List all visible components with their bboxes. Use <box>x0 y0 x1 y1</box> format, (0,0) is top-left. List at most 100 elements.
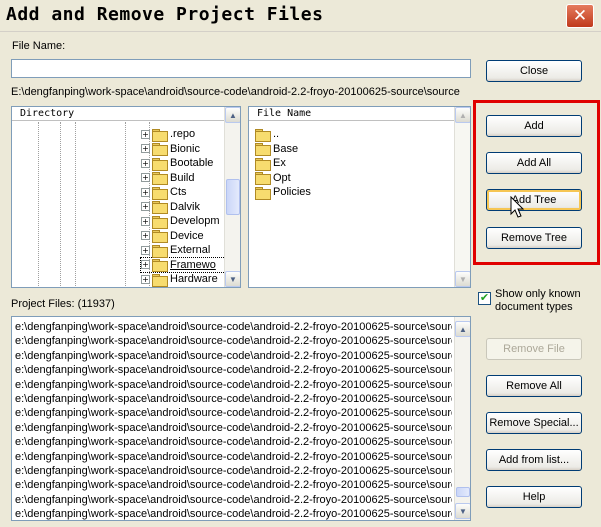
file-name-input[interactable] <box>11 59 471 78</box>
project-file-row[interactable]: e:\dengfanping\work-space\android\source… <box>12 392 452 406</box>
chevron-up-icon: ▲ <box>229 110 237 120</box>
show-known-checkbox[interactable]: ✔ <box>478 292 491 305</box>
expand-icon[interactable]: + <box>141 260 150 270</box>
directory-item-label: Developm <box>170 215 220 227</box>
project-file-row[interactable]: e:\dengfanping\work-space\android\source… <box>12 320 452 334</box>
project-file-row[interactable]: e:\dengfanping\work-space\android\source… <box>12 478 452 492</box>
directory-item[interactable]: + .repo <box>141 127 225 142</box>
file-item-label: Ex <box>273 157 286 169</box>
project-file-row[interactable]: e:\dengfanping\work-space\android\source… <box>12 378 452 392</box>
folder-icon <box>152 244 168 258</box>
add-all-button[interactable]: Add All <box>486 152 582 174</box>
file-item[interactable]: Base <box>249 142 449 157</box>
project-file-row[interactable]: e:\dengfanping\work-space\android\source… <box>12 450 452 464</box>
folder-icon <box>152 201 168 215</box>
file-item[interactable]: Policies <box>249 185 449 200</box>
file-item-label: Base <box>273 142 299 155</box>
file-item[interactable]: .. <box>249 127 449 142</box>
close-icon: ✕ <box>572 6 588 26</box>
checkmark-icon: ✔ <box>479 292 490 304</box>
directory-item-label: Bionic <box>170 142 200 155</box>
remove-special-button[interactable]: Remove Special... <box>486 412 582 434</box>
chevron-down-icon: ▼ <box>459 274 467 284</box>
directory-scrollbar[interactable]: ▲ ▼ <box>224 107 240 287</box>
scroll-down-button[interactable]: ▼ <box>455 503 470 519</box>
directory-item-label: Device <box>170 229 204 242</box>
project-file-row[interactable]: e:\dengfanping\work-space\android\source… <box>12 363 452 377</box>
arrow-pointer-icon <box>510 196 525 218</box>
project-file-row[interactable]: e:\dengfanping\work-space\android\source… <box>12 507 452 520</box>
expand-icon[interactable]: + <box>141 173 150 183</box>
directory-item-label: Hardware <box>170 273 218 285</box>
project-file-row[interactable]: e:\dengfanping\work-space\android\source… <box>12 421 452 435</box>
close-window-button[interactable]: ✕ <box>566 4 594 28</box>
remove-file-button[interactable]: Remove File <box>486 338 582 360</box>
chevron-down-icon: ▼ <box>229 274 237 284</box>
directory-item[interactable]: + Bootable <box>141 156 225 171</box>
help-button[interactable]: Help <box>486 486 582 508</box>
folder-icon <box>152 172 168 186</box>
file-list-scrollbar[interactable]: ▲ ▼ <box>454 107 470 287</box>
directory-item-label: External <box>170 244 211 256</box>
expand-icon[interactable]: + <box>141 129 150 139</box>
folder-icon <box>255 157 271 171</box>
expand-icon[interactable]: + <box>141 187 150 197</box>
project-files-scrollbar[interactable]: ▲ ▼ <box>454 317 470 520</box>
folder-icon <box>255 128 271 142</box>
expand-icon[interactable]: + <box>141 216 150 226</box>
scroll-up-button[interactable]: ▲ <box>455 107 470 123</box>
file-item[interactable]: Opt <box>249 171 449 186</box>
project-files-label: Project Files: (11937) <box>11 298 115 310</box>
project-file-row[interactable]: e:\dengfanping\work-space\android\source… <box>12 493 452 507</box>
remove-all-button[interactable]: Remove All <box>486 375 582 397</box>
expand-icon[interactable]: + <box>141 202 150 212</box>
directory-item-label: Cts <box>170 186 187 198</box>
file-list-header: File Name <box>249 107 470 121</box>
file-item-label: Opt <box>273 171 291 184</box>
scroll-up-button[interactable]: ▲ <box>455 321 470 337</box>
project-file-row[interactable]: e:\dengfanping\work-space\android\source… <box>12 334 452 348</box>
add-button[interactable]: Add <box>486 115 582 137</box>
file-list[interactable]: File Name .. Base Ex Opt Policies ▲ ▼ <box>248 106 471 288</box>
directory-item[interactable]: + Dalvik <box>141 200 225 215</box>
close-button[interactable]: Close <box>486 60 582 82</box>
folder-icon <box>152 128 168 142</box>
expand-icon[interactable]: + <box>141 274 150 284</box>
directory-item[interactable]: + Bionic <box>141 142 225 157</box>
folder-icon <box>152 273 168 287</box>
scroll-up-button[interactable]: ▲ <box>225 107 240 123</box>
chevron-up-icon: ▲ <box>459 110 467 120</box>
file-item[interactable]: Ex <box>249 156 449 171</box>
project-file-row[interactable]: e:\dengfanping\work-space\android\source… <box>12 406 452 420</box>
add-from-list-button[interactable]: Add from list... <box>486 449 582 471</box>
add-tree-button[interactable]: Add Tree <box>486 189 582 211</box>
expand-icon[interactable]: + <box>141 231 150 241</box>
file-item-label: .. <box>273 128 280 140</box>
directory-item-label: Build <box>170 171 195 184</box>
project-file-row[interactable]: e:\dengfanping\work-space\android\source… <box>12 435 452 449</box>
scroll-down-button[interactable]: ▼ <box>225 271 240 287</box>
folder-icon <box>152 186 168 200</box>
remove-tree-button[interactable]: Remove Tree <box>486 227 582 249</box>
folder-icon <box>255 172 271 186</box>
directory-item[interactable]: + Build <box>141 171 225 186</box>
expand-icon[interactable]: + <box>141 245 150 255</box>
project-file-row[interactable]: e:\dengfanping\work-space\android\source… <box>12 349 452 363</box>
expand-icon[interactable]: + <box>141 158 150 168</box>
directory-item[interactable]: + Hardware <box>141 272 225 287</box>
directory-item-label: Bootable <box>170 157 214 169</box>
directory-item[interactable]: + Device <box>141 229 225 244</box>
directory-item[interactable]: + Cts <box>141 185 225 200</box>
directory-item[interactable]: + External <box>141 243 225 258</box>
expand-icon[interactable]: + <box>141 144 150 154</box>
directory-item[interactable]: + Developm <box>141 214 225 229</box>
folder-icon <box>152 259 168 273</box>
project-files-list[interactable]: e:\dengfanping\work-space\android\source… <box>11 316 471 521</box>
scrollbar-thumb[interactable] <box>226 179 240 215</box>
scroll-down-button[interactable]: ▼ <box>455 271 470 287</box>
folder-icon <box>152 230 168 244</box>
scrollbar-thumb[interactable] <box>456 487 470 497</box>
directory-tree[interactable]: Directory + .repo + Bionic + Bootable + Build + C… <box>11 106 241 288</box>
project-file-row[interactable]: e:\dengfanping\work-space\android\source… <box>12 464 452 478</box>
directory-item[interactable]: + Framewo <box>140 256 226 273</box>
